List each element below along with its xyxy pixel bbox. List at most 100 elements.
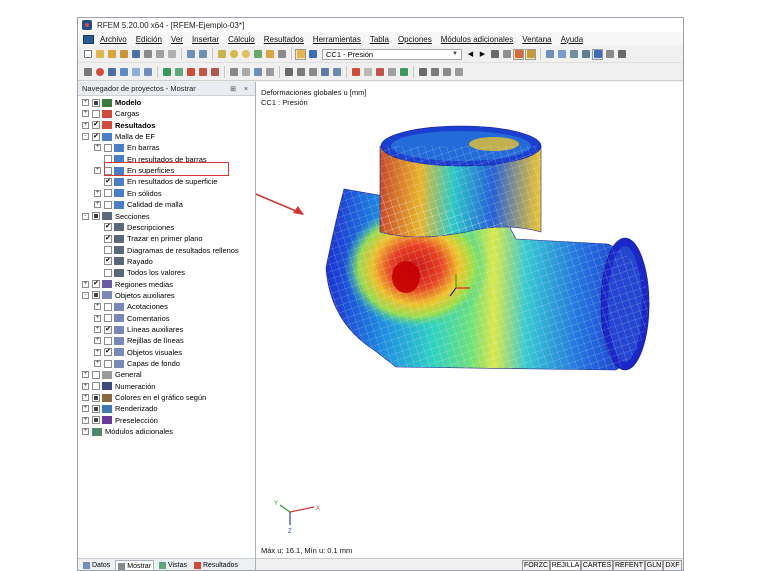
surface-icon[interactable] bbox=[130, 67, 141, 78]
collapse-icon[interactable]: - bbox=[82, 212, 89, 220]
guide-line-icon[interactable] bbox=[252, 67, 263, 78]
menu-herramientas[interactable]: Herramientas bbox=[313, 35, 361, 44]
expand-icon[interactable]: + bbox=[82, 382, 89, 390]
expand-icon[interactable]: + bbox=[94, 314, 101, 322]
tab-datos[interactable]: Datos bbox=[81, 560, 112, 570]
tree-item[interactable]: + Renderizado bbox=[82, 403, 158, 414]
tree-item[interactable]: + Preselección bbox=[82, 415, 158, 426]
redo-icon[interactable] bbox=[197, 49, 208, 60]
checkbox[interactable] bbox=[92, 382, 100, 391]
load-surface-icon[interactable] bbox=[209, 67, 220, 78]
checkbox[interactable]: ✔ bbox=[104, 234, 112, 243]
expand-icon[interactable]: + bbox=[94, 144, 101, 152]
expand-icon[interactable]: + bbox=[94, 201, 101, 209]
checkbox[interactable]: ✔ bbox=[104, 177, 112, 186]
tree-item[interactable]: - ✔ Malla de EF bbox=[82, 131, 155, 142]
tree-item[interactable]: + Cargas bbox=[82, 108, 139, 119]
tree-item[interactable]: ✔ Descripciones bbox=[94, 222, 174, 233]
expand-icon[interactable]: + bbox=[94, 337, 101, 345]
tree-item[interactable]: + General bbox=[82, 369, 142, 380]
tree-item[interactable]: ✔ Rayado bbox=[94, 256, 153, 267]
table-icon[interactable] bbox=[295, 48, 306, 60]
collapse-icon[interactable]: - bbox=[82, 291, 89, 299]
comment-icon[interactable] bbox=[240, 67, 251, 78]
check-icon[interactable] bbox=[398, 67, 409, 78]
intersect-icon[interactable] bbox=[374, 67, 385, 78]
checkbox[interactable] bbox=[92, 416, 100, 425]
expand-icon[interactable]: + bbox=[82, 371, 89, 379]
tree-item[interactable]: + ✔ Resultados bbox=[82, 120, 155, 131]
menu-ayuda[interactable]: Ayuda bbox=[561, 35, 584, 44]
tree-item[interactable]: + Calidad de malla bbox=[94, 199, 183, 210]
undo-icon[interactable] bbox=[185, 49, 196, 60]
checkbox[interactable] bbox=[92, 212, 100, 220]
expand-icon[interactable]: + bbox=[82, 121, 89, 129]
navigator-controls[interactable]: ⊞ × bbox=[230, 85, 251, 93]
print-icon[interactable] bbox=[142, 49, 153, 60]
workplane-icon[interactable] bbox=[429, 67, 440, 78]
view-filter-icon[interactable] bbox=[544, 49, 555, 60]
checkbox[interactable] bbox=[92, 370, 100, 379]
tab-resultados[interactable]: Resultados bbox=[192, 560, 240, 570]
line-icon[interactable] bbox=[106, 67, 117, 78]
copy-icon[interactable] bbox=[295, 67, 306, 78]
checkbox[interactable]: ✔ bbox=[92, 132, 100, 141]
checkbox[interactable] bbox=[92, 393, 100, 402]
status-dxf[interactable]: DXF bbox=[663, 560, 682, 570]
divide-icon[interactable] bbox=[350, 67, 361, 78]
hinge-icon[interactable] bbox=[173, 67, 184, 78]
checkbox[interactable] bbox=[92, 98, 100, 107]
menu-opciones[interactable]: Opciones bbox=[398, 35, 432, 44]
prev-load-case-icon[interactable]: ◀ bbox=[465, 49, 476, 60]
menu-ver[interactable]: Ver bbox=[171, 35, 183, 44]
tab-mostrar[interactable]: Mostrar bbox=[115, 559, 155, 570]
checkbox[interactable] bbox=[104, 314, 112, 323]
new-file-icon[interactable] bbox=[82, 49, 93, 60]
checkbox[interactable] bbox=[104, 268, 112, 277]
results-icon[interactable] bbox=[307, 49, 318, 60]
status-refent[interactable]: REFENT bbox=[613, 560, 645, 570]
tree-item[interactable]: + En sólidos bbox=[94, 188, 162, 199]
checkbox[interactable] bbox=[92, 291, 100, 300]
grid-icon[interactable] bbox=[264, 67, 275, 78]
menu-tabla[interactable]: Tabla bbox=[370, 35, 389, 44]
checkbox[interactable]: ✔ bbox=[104, 223, 112, 232]
status-rejilla[interactable]: REJILLA bbox=[550, 560, 581, 570]
expand-icon[interactable]: + bbox=[82, 416, 89, 424]
checkbox[interactable] bbox=[104, 302, 112, 311]
checkbox[interactable] bbox=[104, 200, 112, 209]
tree-item[interactable]: + Numeración bbox=[82, 381, 155, 392]
render-icon[interactable] bbox=[252, 49, 263, 60]
checkbox[interactable] bbox=[92, 109, 100, 118]
member-icon[interactable] bbox=[118, 67, 129, 78]
clipboard-icon[interactable] bbox=[166, 49, 177, 60]
expand-icon[interactable]: + bbox=[94, 303, 101, 311]
expand-icon[interactable]: + bbox=[94, 167, 101, 175]
load-icon[interactable] bbox=[185, 67, 196, 78]
merge-icon[interactable] bbox=[386, 67, 397, 78]
next-load-case-icon[interactable]: ▶ bbox=[477, 49, 488, 60]
view-x-icon[interactable] bbox=[568, 49, 579, 60]
checkbox[interactable]: ✔ bbox=[104, 257, 112, 266]
view-y-icon[interactable] bbox=[580, 49, 591, 60]
tree-item[interactable]: ✔ Trazar en primer plano bbox=[94, 233, 203, 244]
tree-item[interactable]: + Colores en el gráfico según bbox=[82, 392, 206, 403]
view-iso-icon[interactable] bbox=[556, 49, 567, 60]
tree-item[interactable]: + Modelo bbox=[82, 97, 141, 108]
checkbox[interactable] bbox=[104, 359, 112, 368]
view-rotate-icon[interactable] bbox=[604, 49, 615, 60]
expand-icon[interactable]: + bbox=[82, 394, 89, 402]
expand-icon[interactable]: + bbox=[94, 348, 101, 356]
results-toggle-icon[interactable] bbox=[264, 49, 275, 60]
deformation-icon[interactable] bbox=[501, 49, 512, 60]
solid-icon[interactable] bbox=[142, 67, 153, 78]
status-cartes[interactable]: CARTES bbox=[581, 560, 613, 570]
status-forzc[interactable]: FORZC bbox=[522, 560, 550, 570]
expand-icon[interactable]: + bbox=[82, 405, 89, 413]
checkbox[interactable] bbox=[104, 189, 112, 198]
document-icon[interactable] bbox=[83, 34, 94, 44]
status-gln[interactable]: GLN bbox=[645, 560, 663, 570]
checkbox[interactable]: ✔ bbox=[92, 121, 100, 130]
checkbox[interactable]: ✔ bbox=[104, 325, 112, 334]
open-project-icon[interactable] bbox=[106, 49, 117, 60]
